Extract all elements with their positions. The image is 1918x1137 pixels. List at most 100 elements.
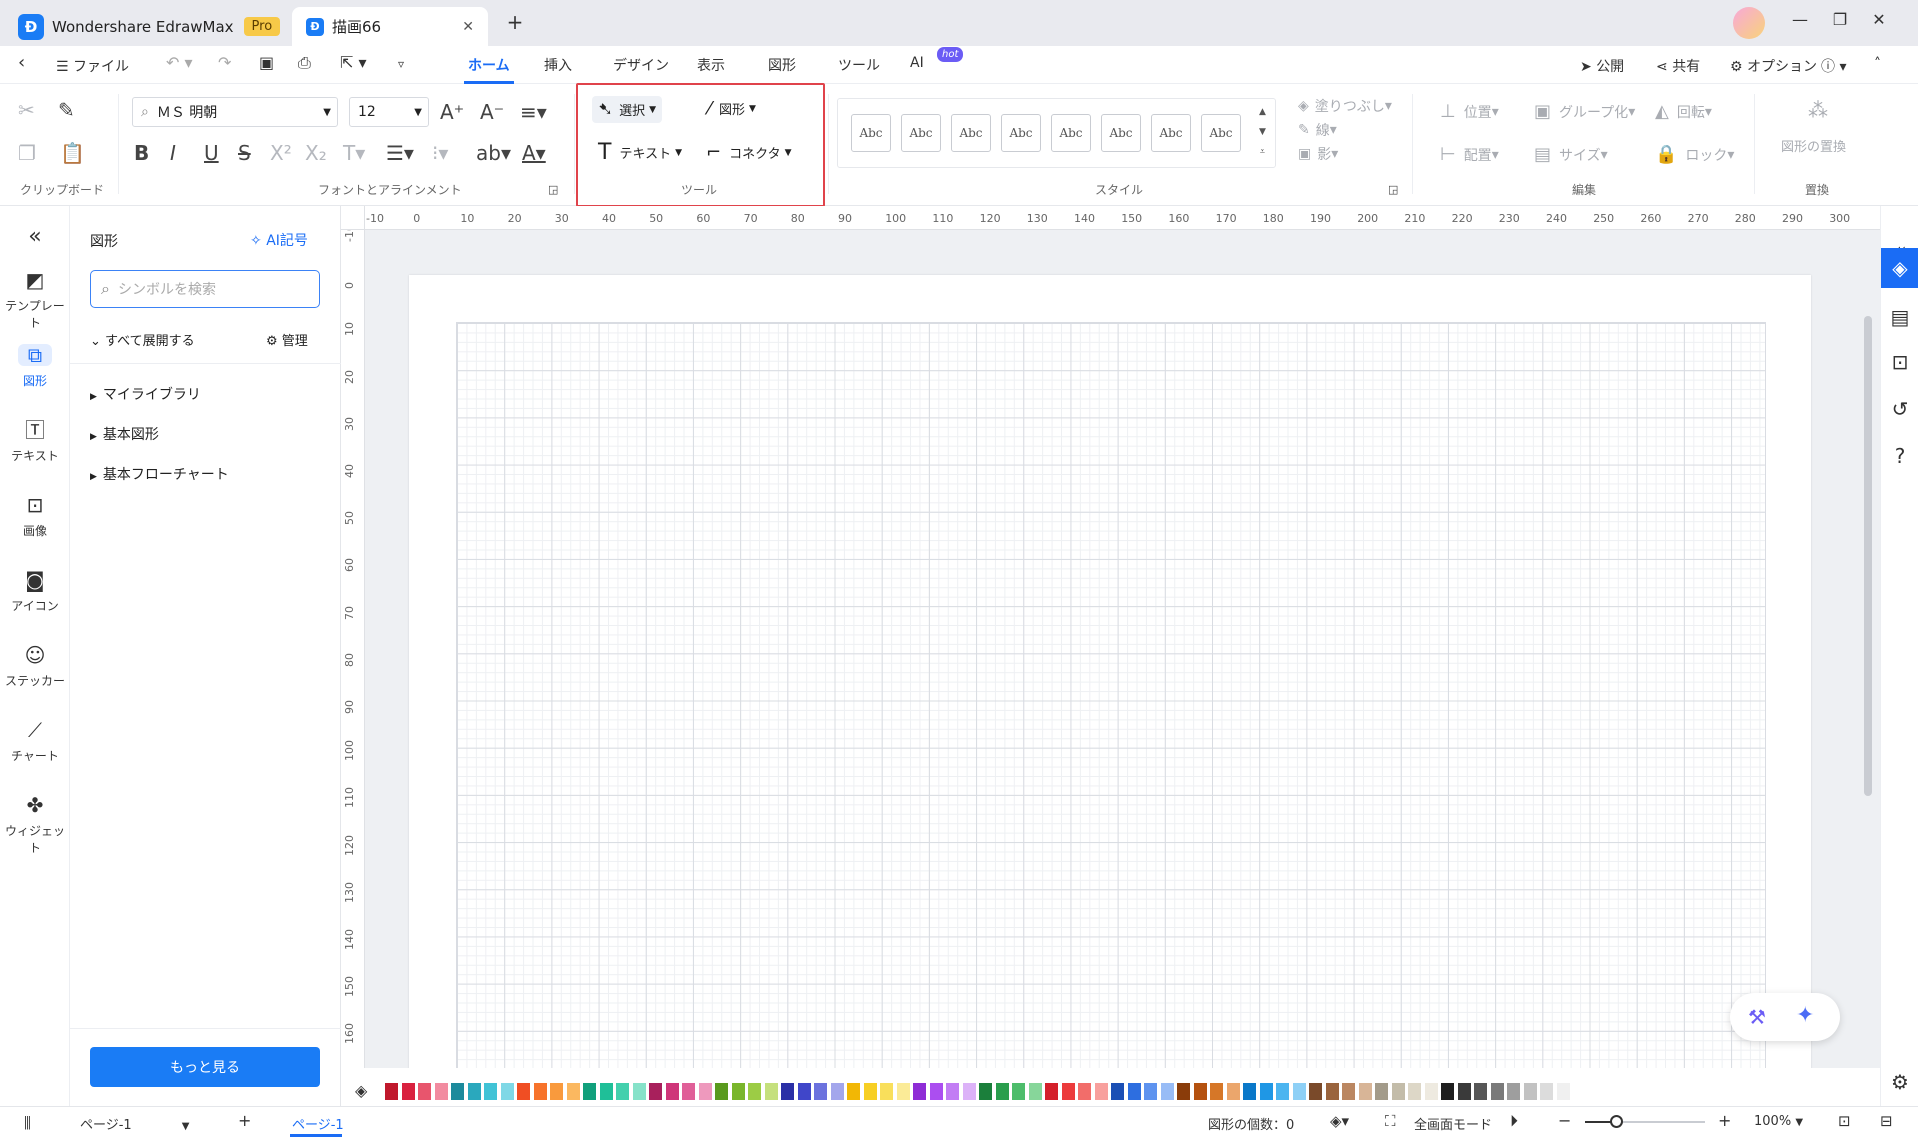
color-swatch[interactable] xyxy=(797,1083,811,1100)
color-swatch[interactable] xyxy=(1457,1083,1471,1100)
rail-item-shapes[interactable]: ⧉ 図形 xyxy=(0,344,70,389)
drawing-page[interactable] xyxy=(409,275,1811,1068)
fill-color-icon[interactable]: ◈ xyxy=(355,1081,367,1100)
tab-view[interactable]: 表示 xyxy=(697,55,725,75)
color-swatch[interactable] xyxy=(1226,1083,1240,1100)
rail-item-text[interactable]: 🅃 テキスト xyxy=(0,419,70,464)
color-swatch[interactable] xyxy=(830,1083,844,1100)
layers-icon[interactable]: ◈▾ xyxy=(1330,1112,1349,1130)
tab-ai[interactable]: AI xyxy=(910,55,924,71)
fullscreen-icon[interactable]: ⛶ xyxy=(1385,1112,1396,1130)
style-dialog-launcher-icon[interactable]: ◲ xyxy=(1388,178,1398,202)
color-swatch[interactable] xyxy=(649,1083,662,1100)
play-icon[interactable]: ⏵ xyxy=(1510,1111,1518,1131)
color-swatch[interactable] xyxy=(1474,1083,1487,1100)
font-size-select[interactable]: 12 ▼ xyxy=(349,97,429,127)
color-swatch[interactable] xyxy=(880,1083,893,1100)
cut-icon[interactable]: ✂ xyxy=(18,98,35,122)
color-swatch[interactable] xyxy=(1012,1083,1025,1100)
lock-button[interactable]: 🔒 ロック ▾ xyxy=(1655,144,1734,165)
font-dialog-launcher-icon[interactable]: ◲ xyxy=(548,178,558,202)
new-tab-button[interactable]: + xyxy=(500,10,530,34)
style-swatch[interactable]: Abc xyxy=(1151,114,1191,152)
color-swatch[interactable] xyxy=(1490,1083,1504,1100)
color-swatch[interactable] xyxy=(698,1083,712,1100)
format-painter-icon[interactable]: ✎ xyxy=(58,98,75,122)
color-swatch[interactable] xyxy=(1061,1083,1075,1100)
color-swatch[interactable] xyxy=(1094,1083,1108,1100)
shadow-button[interactable]: ▣ 影 ▾ xyxy=(1298,144,1338,164)
paste-icon[interactable]: 📋 xyxy=(60,141,85,165)
collapse-ribbon-icon[interactable]: ˄ xyxy=(1874,56,1881,72)
color-swatch[interactable] xyxy=(929,1083,943,1100)
text-case-icon[interactable]: T▾ xyxy=(343,141,365,165)
color-swatch[interactable] xyxy=(1342,1083,1355,1100)
more-button[interactable]: もっと見る xyxy=(90,1047,320,1087)
copy-icon[interactable]: ❐ xyxy=(18,141,36,165)
close-window-button[interactable]: ✕ xyxy=(1864,10,1894,29)
color-swatch[interactable] xyxy=(1424,1083,1438,1100)
symbol-search-input[interactable]: ⌕ シンボルを検索 xyxy=(90,270,320,308)
color-swatch[interactable] xyxy=(1523,1083,1537,1100)
avatar[interactable] xyxy=(1733,7,1765,39)
color-swatch[interactable] xyxy=(1243,1083,1256,1100)
italic-icon[interactable]: I xyxy=(170,141,176,165)
rail-item-chart[interactable]: ⟋ チャート xyxy=(0,719,70,764)
color-swatch[interactable] xyxy=(1028,1083,1042,1100)
color-swatch[interactable] xyxy=(385,1083,398,1100)
undo-icon[interactable]: ↶ ▾ xyxy=(166,53,193,72)
fit-page-icon[interactable]: ⊡ xyxy=(1838,1112,1851,1130)
color-swatch[interactable] xyxy=(1045,1083,1058,1100)
line-button[interactable]: ✎ 線 ▾ xyxy=(1298,120,1337,140)
restore-button[interactable]: ❐ xyxy=(1825,10,1855,29)
size-button[interactable]: ▤ サイズ ▾ xyxy=(1534,144,1608,165)
color-swatch[interactable] xyxy=(1259,1083,1273,1100)
position-button[interactable]: ⊥ 位置 ▾ xyxy=(1440,101,1499,122)
page-tab[interactable]: ページ-1 xyxy=(292,1114,344,1133)
color-swatch[interactable] xyxy=(434,1083,448,1100)
color-swatch[interactable] xyxy=(1358,1083,1372,1100)
increase-font-icon[interactable]: A⁺ xyxy=(440,100,464,124)
color-swatch[interactable] xyxy=(1127,1083,1141,1100)
color-swatch[interactable] xyxy=(1160,1083,1174,1100)
color-swatch[interactable] xyxy=(616,1083,629,1100)
color-swatch[interactable] xyxy=(1391,1083,1405,1100)
minimize-button[interactable]: — xyxy=(1785,10,1815,29)
color-swatch[interactable] xyxy=(863,1083,877,1100)
color-swatch[interactable] xyxy=(533,1083,547,1100)
color-swatch[interactable] xyxy=(566,1083,580,1100)
color-swatch[interactable] xyxy=(500,1083,514,1100)
gallery-scroll-icon[interactable]: ▲ ▼ ⩡ xyxy=(1259,102,1266,162)
category-basic-flowchart[interactable]: ▶ 基本フローチャート xyxy=(90,464,229,484)
vertical-scrollbar[interactable] xyxy=(1864,316,1872,796)
page-selector[interactable]: ページ-1 ▼ xyxy=(80,1114,189,1133)
align-button[interactable]: ⊢ 配置 ▾ xyxy=(1440,144,1499,165)
line-spacing-icon[interactable]: ☰▾ xyxy=(386,141,414,165)
color-swatch[interactable] xyxy=(467,1083,481,1100)
help-icon[interactable]: ⓘ ▾ xyxy=(1821,56,1846,76)
color-swatch[interactable] xyxy=(1507,1083,1520,1100)
color-swatch[interactable] xyxy=(1111,1083,1124,1100)
add-page-button[interactable]: + xyxy=(238,1111,251,1130)
color-swatch[interactable] xyxy=(451,1083,464,1100)
panel-toggle-icon[interactable]: ⫼ xyxy=(24,1114,31,1132)
tab-tools[interactable]: ツール xyxy=(838,55,880,75)
replace-shape-icon[interactable]: ⁂ xyxy=(1808,98,1828,122)
tab-design[interactable]: デザイン xyxy=(613,55,669,75)
settings-icon[interactable]: ⚙ xyxy=(1881,1062,1918,1102)
strikethrough-icon[interactable]: S xyxy=(238,141,251,165)
fit-width-icon[interactable]: ⊟ xyxy=(1880,1112,1893,1130)
color-swatch[interactable] xyxy=(847,1083,860,1100)
color-swatch[interactable] xyxy=(1078,1083,1091,1100)
color-swatch[interactable] xyxy=(517,1083,530,1100)
tab-shape[interactable]: 図形 xyxy=(768,55,796,75)
app-tab[interactable]: Ð Wondershare EdrawMax Pro xyxy=(18,7,281,46)
color-swatch[interactable] xyxy=(1325,1083,1339,1100)
color-swatch[interactable] xyxy=(995,1083,1009,1100)
canvas-area[interactable] xyxy=(341,206,1880,1068)
print-icon[interactable]: ⎙ xyxy=(298,53,311,73)
color-swatch[interactable] xyxy=(764,1083,778,1100)
rotate-button[interactable]: ◭ 回転 ▾ xyxy=(1655,101,1712,122)
style-swatch[interactable]: Abc xyxy=(1001,114,1041,152)
color-swatch[interactable] xyxy=(1556,1083,1570,1100)
